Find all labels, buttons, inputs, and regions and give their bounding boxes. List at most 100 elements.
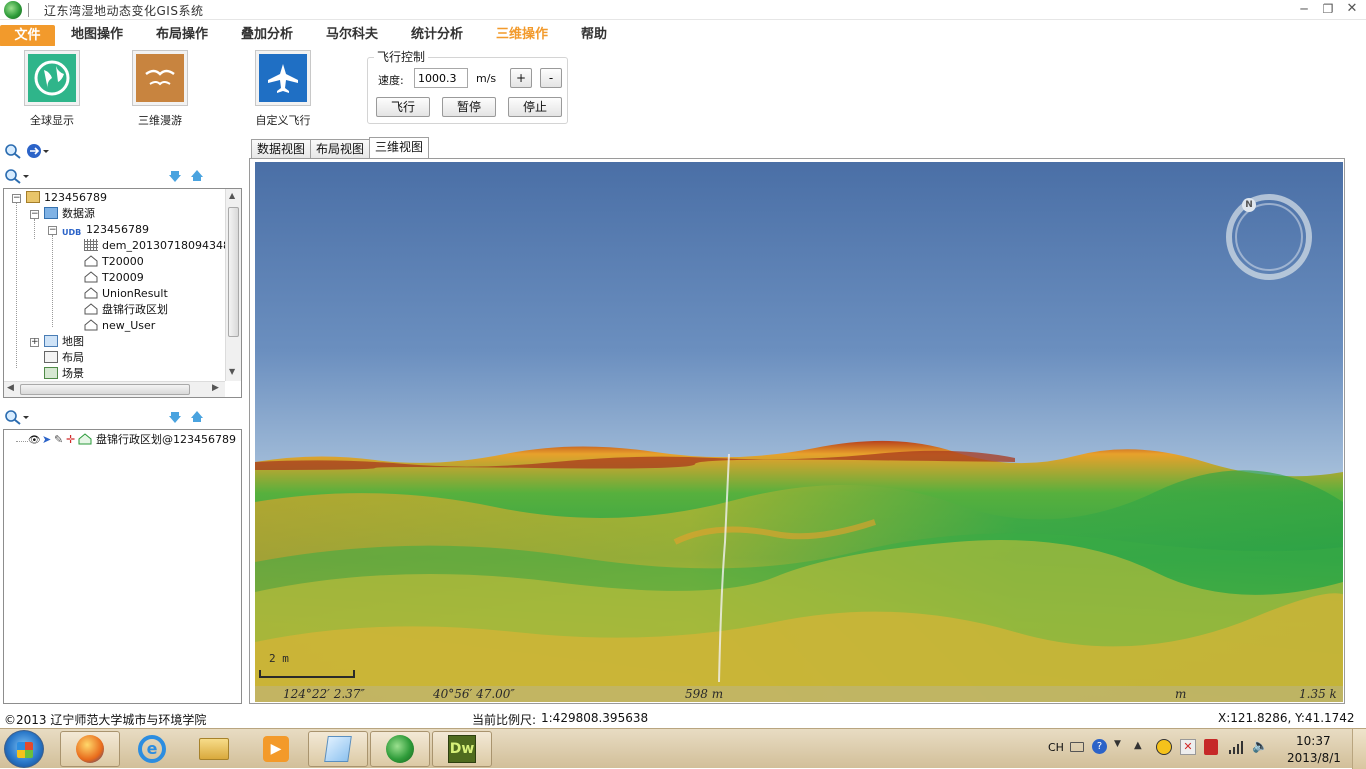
- minimize-button[interactable]: ─: [1296, 2, 1312, 16]
- tree-label: UnionResult: [102, 287, 168, 300]
- menu-markov[interactable]: 马尔科夫: [326, 24, 378, 46]
- tree-item-dataset[interactable]: 盘锦行政区划: [84, 302, 168, 318]
- tree-expander[interactable]: +: [30, 338, 39, 347]
- layer-move-down-icon[interactable]: [168, 410, 182, 427]
- network-icon[interactable]: [1228, 739, 1244, 758]
- tree-vertical-scrollbar[interactable]: ▲ ▼: [225, 189, 241, 381]
- ribbon: 全球显示 三维漫游 自定义飞行: [0, 46, 1366, 130]
- layer-row[interactable]: 👁➤ ✎ ✛ 盘锦行政区划@123456789: [28, 432, 236, 448]
- menu-file[interactable]: 文件: [0, 25, 55, 47]
- tree-item-dataset[interactable]: T20009: [84, 270, 144, 286]
- selectable-arrow-icon[interactable]: ➤: [42, 432, 54, 448]
- notepad-icon: [324, 736, 352, 762]
- taskbar-dreamweaver[interactable]: Dw: [432, 731, 492, 767]
- tree-item-workspace[interactable]: 123456789: [26, 190, 107, 206]
- firefox-icon: [76, 735, 104, 763]
- tab-data-view[interactable]: 数据视图: [251, 139, 312, 159]
- tray-options-icon[interactable]: ▼: [1114, 739, 1121, 749]
- compass-north-icon[interactable]: N: [1242, 198, 1256, 212]
- restore-button[interactable]: ❐: [1320, 2, 1336, 16]
- tree-item-dataset[interactable]: T20000: [84, 254, 144, 270]
- clock-time[interactable]: 10:37: [1296, 734, 1331, 748]
- taskbar-explorer[interactable]: [184, 731, 244, 767]
- speed-decrease-button[interactable]: -: [540, 68, 562, 88]
- fly-button[interactable]: 飞行: [376, 97, 430, 117]
- move-down-icon[interactable]: [168, 169, 182, 186]
- tree-item-map[interactable]: 地图: [44, 334, 84, 350]
- clock-date[interactable]: 2013/8/1: [1287, 751, 1341, 765]
- taskbar-gis-app[interactable]: [370, 731, 430, 767]
- menu-map-ops[interactable]: 地图操作: [71, 24, 123, 46]
- start-button[interactable]: [4, 730, 44, 768]
- menu-layout-ops[interactable]: 布局操作: [156, 24, 208, 46]
- scale-value: 1:429808.395638: [541, 711, 649, 725]
- tree-expander[interactable]: −: [48, 226, 57, 235]
- move-up-icon[interactable]: [190, 169, 204, 186]
- 3d-roam-button[interactable]: 三维漫游: [120, 50, 200, 130]
- taskbar-media-player[interactable]: ▶: [246, 731, 306, 767]
- tree-item-dataset[interactable]: new_User: [84, 318, 155, 334]
- scrollbar-thumb[interactable]: [228, 207, 239, 337]
- tree-search-icon[interactable]: [4, 168, 30, 187]
- qq-icon[interactable]: [1156, 739, 1172, 755]
- taskbar-notepad[interactable]: [308, 731, 368, 767]
- language-indicator[interactable]: CH: [1048, 741, 1064, 754]
- search-icon[interactable]: [4, 143, 22, 162]
- custom-flight-button[interactable]: 自定义飞行: [243, 50, 323, 130]
- tab-layout-view[interactable]: 布局视图: [310, 139, 371, 159]
- workspace-tree: − 123456789 − 数据源 − UDB 123456789 dem_201…: [3, 188, 242, 398]
- layer-search-icon[interactable]: [4, 409, 30, 428]
- tree-item-udb[interactable]: UDB 123456789: [62, 222, 149, 238]
- close-button[interactable]: ✕: [1344, 2, 1360, 16]
- globe-display-button[interactable]: 全球显示: [12, 50, 92, 130]
- tree-item-layout[interactable]: 布局: [44, 350, 84, 366]
- tree-item-datasource[interactable]: 数据源: [44, 206, 95, 222]
- help-icon[interactable]: ?: [1092, 739, 1107, 754]
- taskbar-firefox[interactable]: [60, 731, 120, 767]
- tree-item-dataset[interactable]: UnionResult: [84, 286, 168, 302]
- compass-ring[interactable]: N: [1226, 194, 1312, 280]
- speed-unit: m/s: [476, 72, 497, 85]
- tab-3d-view[interactable]: 三维视图: [369, 137, 430, 159]
- scrollbar-thumb[interactable]: [20, 384, 190, 395]
- copyright-text: ©2013 辽宁师范大学城市与环境学院: [4, 713, 207, 727]
- snap-target-icon[interactable]: ✛: [66, 432, 78, 448]
- menu-3d-ops[interactable]: 三维操作: [496, 24, 548, 46]
- menu-statistics[interactable]: 统计分析: [411, 24, 463, 46]
- menu-overlay-analysis[interactable]: 叠加分析: [241, 24, 293, 46]
- tree-item-dataset[interactable]: dem_20130718094348000: [84, 238, 241, 254]
- tree-label: T20009: [102, 271, 144, 284]
- scroll-down-icon[interactable]: ▼: [229, 367, 235, 376]
- show-desktop-button[interactable]: [1352, 729, 1366, 769]
- coordinate-readout: X:121.8286, Y:41.1742: [1218, 711, 1355, 725]
- 3d-scene-view[interactable]: N 2 m 124°22′ 2.37″ 40°56′ 47.00″ 598 m …: [255, 162, 1343, 702]
- navigate-forward-icon[interactable]: [26, 143, 50, 162]
- longitude-readout: 124°22′ 2.37″: [283, 687, 365, 701]
- region-dataset-icon: [84, 319, 98, 331]
- scene-icon: [44, 367, 58, 379]
- speed-increase-button[interactable]: +: [510, 68, 532, 88]
- pause-button[interactable]: 暂停: [442, 97, 496, 117]
- antivirus-icon[interactable]: [1204, 739, 1218, 755]
- stop-button[interactable]: 停止: [508, 97, 562, 117]
- security-alert-icon[interactable]: ✕: [1180, 739, 1196, 755]
- tree-expander[interactable]: −: [30, 210, 39, 219]
- scroll-up-icon[interactable]: ▲: [229, 191, 235, 200]
- visibility-eye-icon[interactable]: 👁: [28, 433, 42, 449]
- tree-label: T20000: [102, 255, 144, 268]
- globe-icon: [24, 50, 80, 106]
- tree-horizontal-scrollbar[interactable]: ◀ ▶: [4, 381, 225, 397]
- show-hidden-icons[interactable]: ▲: [1134, 740, 1142, 751]
- speed-input[interactable]: [414, 68, 468, 88]
- tree-item-scene[interactable]: 场景: [44, 366, 84, 382]
- tree-expander[interactable]: −: [12, 194, 21, 203]
- keyboard-icon[interactable]: [1070, 742, 1084, 752]
- globe-display-label: 全球显示: [30, 114, 74, 127]
- scroll-left-icon[interactable]: ◀: [7, 383, 14, 393]
- volume-icon[interactable]: 🔈: [1252, 739, 1268, 754]
- scroll-right-icon[interactable]: ▶: [212, 383, 219, 393]
- layer-move-up-icon[interactable]: [190, 410, 204, 427]
- editable-pencil-icon[interactable]: ✎: [54, 432, 66, 448]
- menu-help[interactable]: 帮助: [581, 24, 607, 46]
- taskbar-ie[interactable]: e: [122, 731, 182, 767]
